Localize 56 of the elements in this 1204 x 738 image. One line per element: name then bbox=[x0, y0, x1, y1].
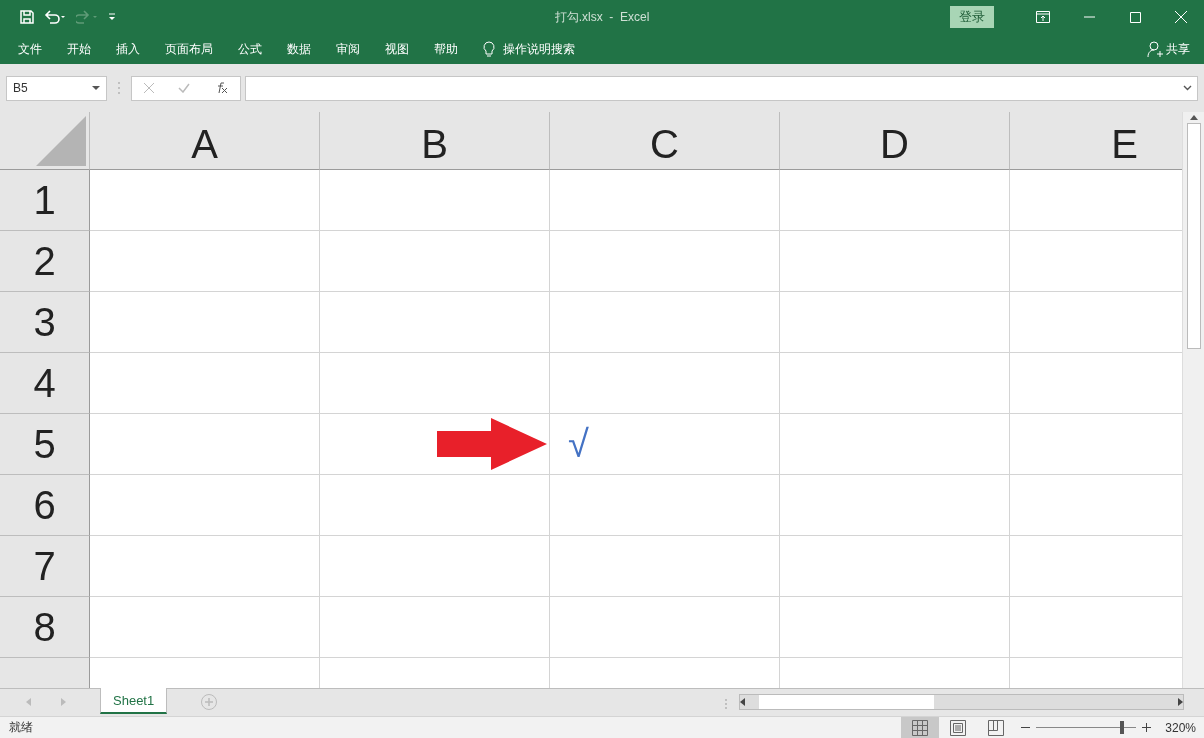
row-header[interactable]: 2 bbox=[0, 231, 90, 292]
lightbulb-icon[interactable] bbox=[483, 40, 495, 58]
ribbon-tab[interactable]: 审阅 bbox=[336, 40, 360, 58]
zoom-level[interactable]: 320% bbox=[1165, 720, 1196, 735]
customize-icon[interactable] bbox=[108, 13, 116, 21]
share-button[interactable]: 共享 bbox=[1166, 40, 1190, 58]
column-header[interactable]: C bbox=[550, 112, 780, 170]
ribbon-tab[interactable]: 页面布局 bbox=[165, 40, 213, 58]
table-cell: √ bbox=[550, 414, 780, 475]
row-header[interactable]: 5 bbox=[0, 414, 90, 475]
ribbon-tab[interactable]: 视图 bbox=[385, 40, 409, 58]
ribbon-tab[interactable]: 公式 bbox=[238, 40, 262, 58]
scroll-up-icon[interactable] bbox=[1189, 115, 1198, 120]
close-icon[interactable] bbox=[1175, 11, 1187, 23]
cell-reference: B5 bbox=[13, 81, 28, 95]
ribbon-display-icon[interactable] bbox=[1036, 11, 1050, 23]
sign-in-button[interactable]: 登录 bbox=[950, 6, 994, 28]
save-icon[interactable] bbox=[20, 10, 34, 24]
column-header[interactable]: B bbox=[320, 112, 550, 170]
slider-thumb[interactable] bbox=[1120, 721, 1125, 734]
minimize-icon[interactable] bbox=[1083, 16, 1095, 18]
zoom-in-icon[interactable] bbox=[1142, 723, 1152, 732]
view-button[interactable] bbox=[901, 716, 940, 738]
column-header[interactable]: D bbox=[780, 112, 1010, 170]
row-header[interactable]: 6 bbox=[0, 475, 90, 536]
window-title: 打勾.xlsx - Excel bbox=[554, 8, 650, 26]
ribbon-tab[interactable]: 插入 bbox=[116, 40, 140, 58]
scrollbar-thumb[interactable] bbox=[759, 695, 934, 709]
row-header[interactable]: 1 bbox=[0, 170, 90, 231]
page-break-icon bbox=[988, 719, 1005, 736]
expand-icon[interactable] bbox=[1183, 85, 1192, 91]
ribbon-tab[interactable]: 数据 bbox=[287, 40, 311, 58]
row-header[interactable]: 4 bbox=[0, 353, 90, 414]
ribbon-tab[interactable]: 帮助 bbox=[434, 40, 458, 58]
row-header[interactable]: 3 bbox=[0, 292, 90, 353]
scroll-left-icon[interactable] bbox=[740, 698, 745, 706]
scrollbar-thumb[interactable] bbox=[1186, 123, 1201, 349]
add-person-icon[interactable] bbox=[1147, 41, 1163, 57]
ribbon-tab[interactable]: 开始 bbox=[67, 40, 91, 58]
scroll-right-icon[interactable] bbox=[1178, 698, 1183, 706]
sheet-tab[interactable]: Sheet1 bbox=[100, 688, 168, 714]
dropdown-icon[interactable] bbox=[92, 86, 100, 90]
ribbon-tab[interactable]: 文件 bbox=[18, 40, 42, 58]
name-box[interactable]: B5 bbox=[6, 75, 107, 101]
row-header[interactable]: 8 bbox=[0, 597, 90, 658]
tell-me-search[interactable]: 操作说明搜索 bbox=[503, 40, 575, 58]
maximize-icon[interactable] bbox=[1129, 11, 1141, 23]
normal-view-icon bbox=[912, 719, 929, 736]
undo-icon[interactable] bbox=[44, 10, 66, 24]
row-header[interactable]: 7 bbox=[0, 536, 90, 597]
page-layout-icon bbox=[950, 719, 967, 736]
formula-field[interactable] bbox=[245, 75, 1198, 101]
column-header[interactable]: E bbox=[1010, 112, 1182, 170]
column-header[interactable]: A bbox=[90, 112, 320, 170]
triangle-icon bbox=[36, 116, 86, 166]
status-text: 就绪 bbox=[9, 719, 33, 736]
